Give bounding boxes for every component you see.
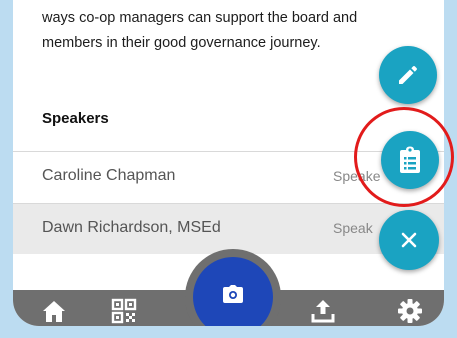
speaker-name: Caroline Chapman: [42, 167, 176, 184]
session-description: ways co-op managers can support the boar…: [42, 6, 382, 56]
close-icon: [401, 232, 417, 248]
screenshot-frame: ways co-op managers can support the boar…: [0, 0, 457, 338]
speaker-name: Dawn Richardson, MSEd: [42, 219, 221, 236]
description-line: ways co-op managers can support the boar…: [42, 10, 358, 26]
description-line: members in their good governance journey…: [42, 35, 321, 51]
qr-code-icon[interactable]: [111, 298, 137, 324]
gear-icon[interactable]: [397, 298, 423, 324]
close-fab-button[interactable]: [379, 210, 439, 270]
pencil-icon: [399, 65, 418, 84]
speakers-heading: Speakers: [42, 110, 109, 127]
speaker-role: Speak: [333, 220, 373, 236]
upload-icon[interactable]: [310, 298, 336, 324]
highlight-circle-annotation: [354, 107, 454, 207]
camera-icon: [223, 285, 243, 303]
edit-fab-button[interactable]: [379, 46, 437, 104]
home-icon[interactable]: [41, 298, 67, 324]
